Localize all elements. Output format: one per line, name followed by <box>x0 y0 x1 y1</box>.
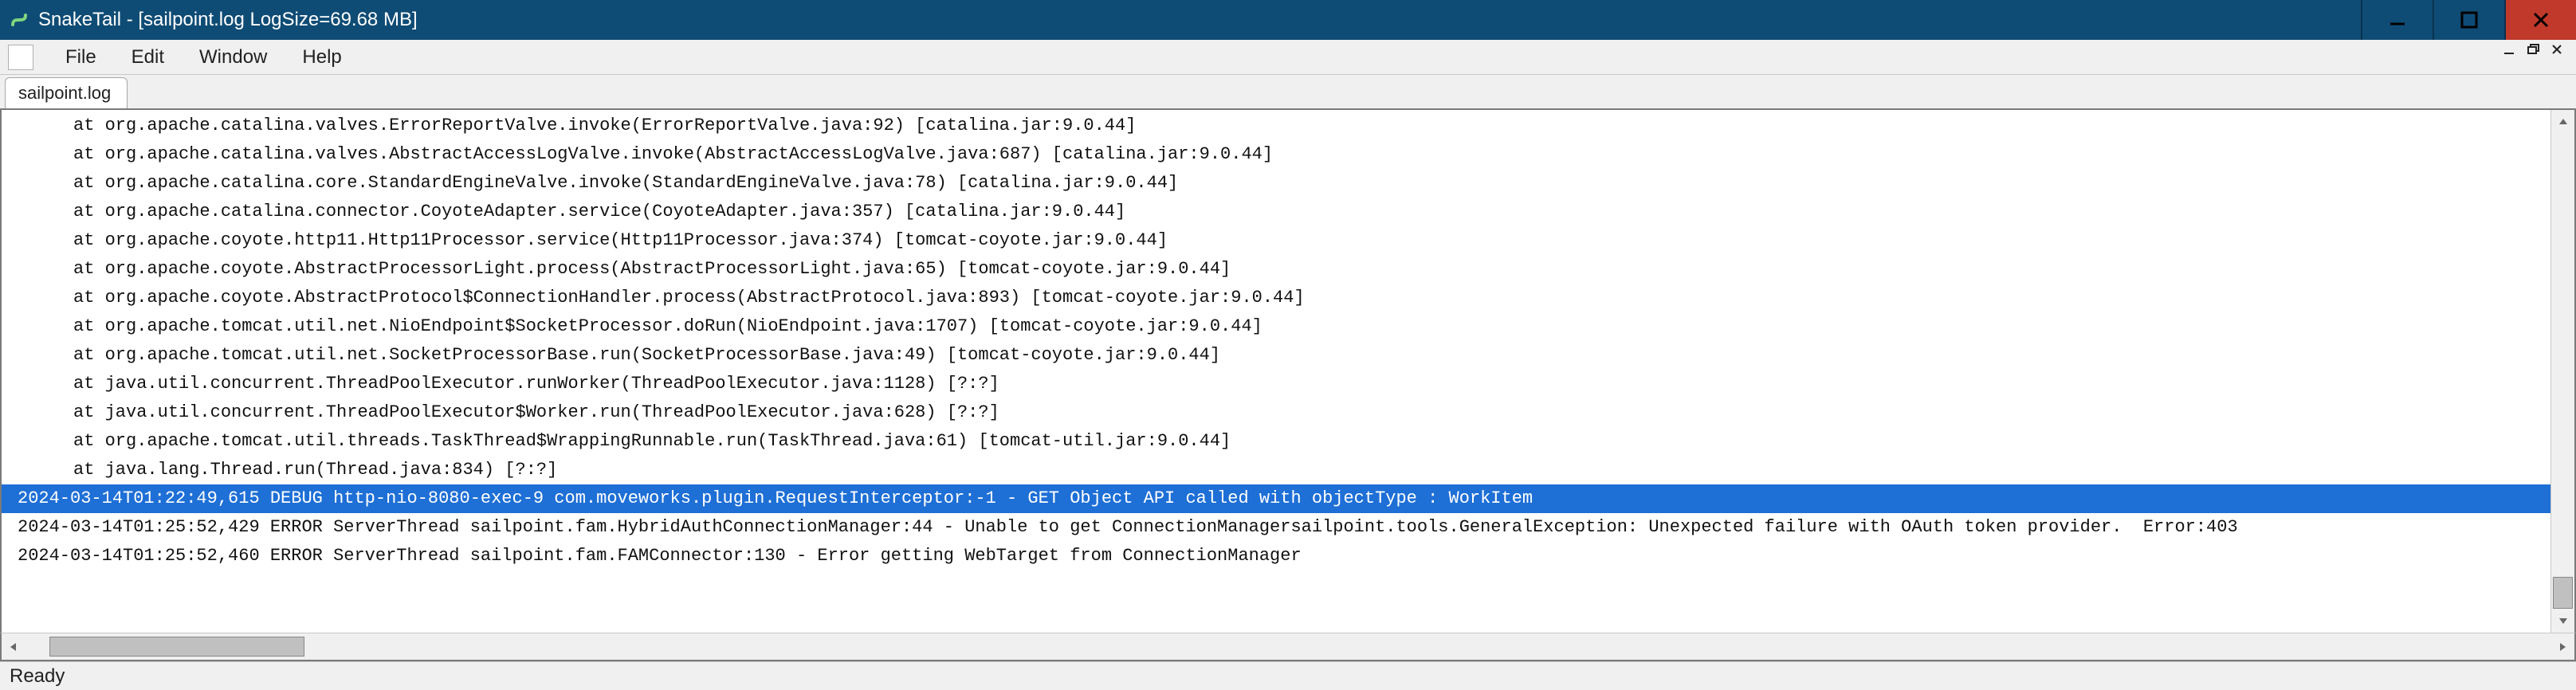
scroll-left-arrow-icon[interactable] <box>2 633 26 660</box>
log-line[interactable]: at org.apache.coyote.AbstractProcessorLi… <box>18 255 2574 284</box>
menu-file[interactable]: File <box>48 43 114 72</box>
window-title: SnakeTail - [sailpoint.log LogSize=69.68… <box>38 9 418 31</box>
app-icon <box>8 9 30 31</box>
statusbar: Ready <box>0 661 2576 690</box>
vertical-scrollbar[interactable] <box>2550 110 2574 633</box>
mdi-close-button[interactable] <box>2547 43 2570 61</box>
log-line[interactable]: at org.apache.tomcat.util.net.NioEndpoin… <box>18 312 2574 341</box>
log-line[interactable]: 2024-03-14T01:22:49,615 DEBUG http-nio-8… <box>2 484 2574 513</box>
maximize-button[interactable] <box>2433 0 2504 40</box>
scroll-right-arrow-icon[interactable] <box>2550 633 2574 660</box>
tabstrip: sailpoint.log <box>0 75 2576 108</box>
log-line[interactable]: 2024-03-14T01:25:52,460 ERROR ServerThre… <box>18 542 2574 570</box>
minimize-button[interactable] <box>2361 0 2433 40</box>
close-button[interactable] <box>2504 0 2576 40</box>
log-viewport: at org.apache.catalina.valves.ErrorRepor… <box>0 108 2576 633</box>
log-line[interactable]: at java.util.concurrent.ThreadPoolExecut… <box>18 370 2574 398</box>
log-line[interactable]: at org.apache.tomcat.util.net.SocketProc… <box>18 341 2574 370</box>
mdi-minimize-button[interactable] <box>2499 43 2522 61</box>
menubar: File Edit Window Help <box>0 40 2576 75</box>
document-icon[interactable] <box>8 45 33 70</box>
log-lines[interactable]: at org.apache.catalina.valves.ErrorRepor… <box>2 110 2574 570</box>
scroll-up-arrow-icon[interactable] <box>2551 110 2575 134</box>
menu-window[interactable]: Window <box>182 43 285 72</box>
menu-edit[interactable]: Edit <box>114 43 182 72</box>
horizontal-scrollbar[interactable] <box>0 633 2576 661</box>
log-line[interactable]: at org.apache.catalina.connector.CoyoteA… <box>18 198 2574 226</box>
log-line[interactable]: at org.apache.catalina.valves.AbstractAc… <box>18 140 2574 169</box>
window-controls <box>2361 0 2576 40</box>
log-line[interactable]: at java.util.concurrent.ThreadPoolExecut… <box>18 398 2574 427</box>
hscroll-track[interactable] <box>26 633 2550 660</box>
hscroll-thumb[interactable] <box>49 637 304 657</box>
log-line[interactable]: at org.apache.coyote.AbstractProtocol$Co… <box>18 284 2574 312</box>
menu-help[interactable]: Help <box>285 43 359 72</box>
scroll-down-arrow-icon[interactable] <box>2551 609 2575 633</box>
vscroll-track[interactable] <box>2551 134 2574 609</box>
mdi-controls <box>2499 43 2570 61</box>
log-line[interactable]: 2024-03-14T01:25:52,429 ERROR ServerThre… <box>18 513 2574 542</box>
vscroll-thumb[interactable] <box>2553 577 2573 609</box>
log-line[interactable]: at org.apache.catalina.core.StandardEngi… <box>18 169 2574 198</box>
log-line[interactable]: at java.lang.Thread.run(Thread.java:834)… <box>18 456 2574 484</box>
mdi-restore-button[interactable] <box>2523 43 2546 61</box>
log-line[interactable]: at org.apache.coyote.http11.Http11Proces… <box>18 226 2574 255</box>
titlebar: SnakeTail - [sailpoint.log LogSize=69.68… <box>0 0 2576 40</box>
status-text: Ready <box>10 665 65 688</box>
log-line[interactable]: at org.apache.catalina.valves.ErrorRepor… <box>18 112 2574 140</box>
log-line[interactable]: at org.apache.tomcat.util.threads.TaskTh… <box>18 427 2574 456</box>
titlebar-left: SnakeTail - [sailpoint.log LogSize=69.68… <box>8 9 418 31</box>
tab-sailpoint-log[interactable]: sailpoint.log <box>5 77 128 108</box>
